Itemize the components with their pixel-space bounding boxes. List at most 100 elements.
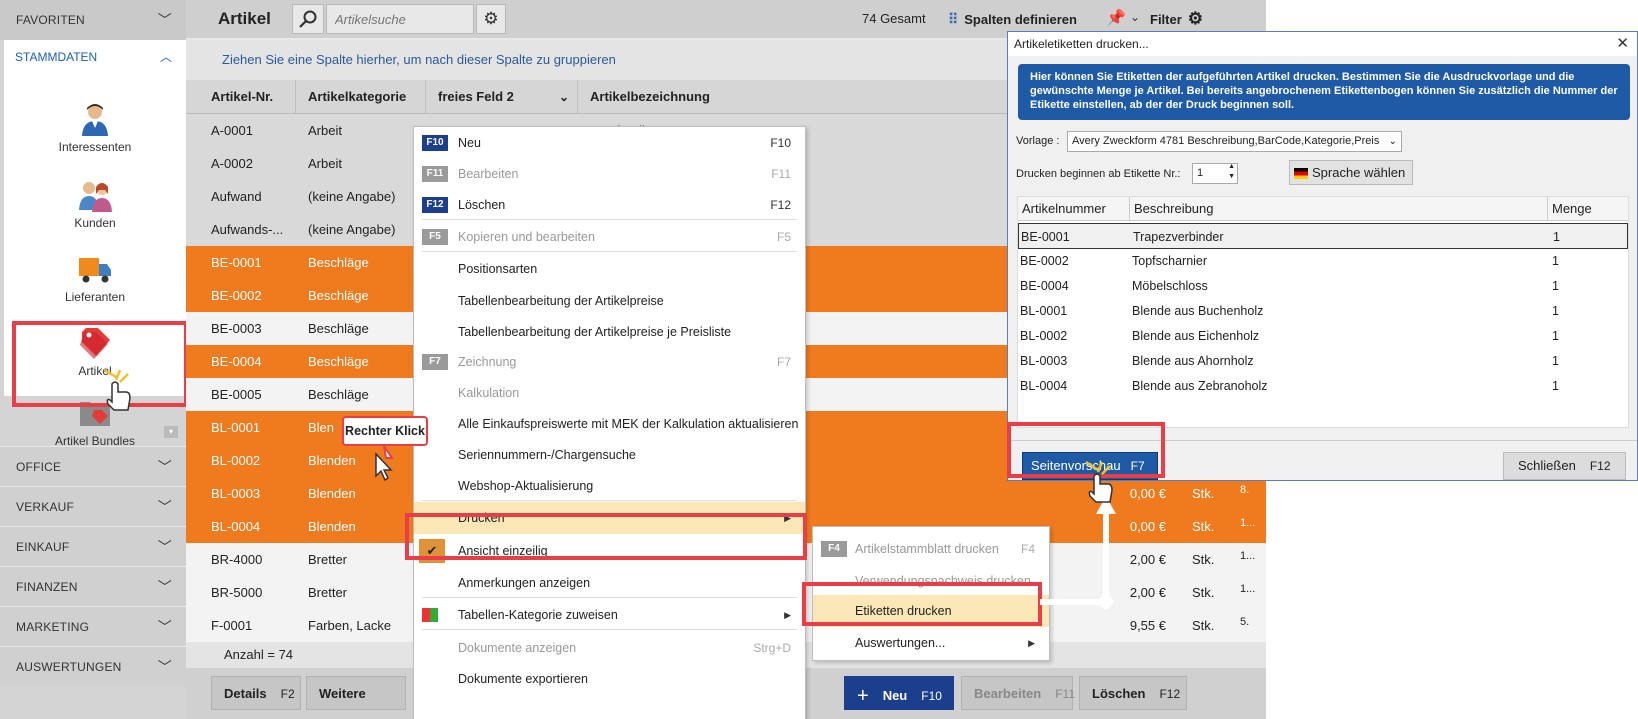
col-menge[interactable]: Menge bbox=[1548, 197, 1628, 221]
cell-nr: BE-0004 bbox=[211, 354, 262, 369]
people-icon bbox=[79, 182, 112, 212]
chevron-down-icon: ﹀ bbox=[157, 12, 172, 28]
fkey-badge: F12 bbox=[422, 197, 448, 213]
bearbeiten-button[interactable]: Bearbeiten F11 bbox=[961, 676, 1075, 710]
nav-kunden[interactable]: Kunden bbox=[4, 178, 186, 230]
dialog-row[interactable]: BE-0004 Möbelschloss 1 bbox=[1018, 273, 1628, 299]
pin-icon[interactable]: 📌 bbox=[1106, 8, 1126, 28]
menu-label: Dokumente anzeigen bbox=[458, 641, 577, 655]
col-artikelkategorie[interactable]: Artikelkategorie bbox=[296, 80, 426, 114]
menu-label: Positionsarten bbox=[458, 262, 538, 276]
vorlage-select[interactable]: Avery Zweckform 4781 Beschreibung,BarCod… bbox=[1067, 131, 1402, 152]
menu-item-tabellenbearbeitung-der-artikelpreise-je-preisliste[interactable]: Tabellenbearbeitung der Artikelpreise je… bbox=[414, 316, 805, 348]
close-icon[interactable]: ✕ bbox=[1616, 32, 1629, 56]
section-label: VERKAUF bbox=[16, 500, 75, 514]
cell-desc: Möbelschloss bbox=[1132, 279, 1208, 293]
btn-key: F12 bbox=[1589, 459, 1611, 473]
menu-item-bearbeiten[interactable]: F11 Bearbeiten F11 bbox=[414, 158, 805, 190]
menu-item-dokumente-exportieren[interactable]: Dokumente exportieren bbox=[414, 663, 805, 695]
close-button[interactable]: Schließen F12 bbox=[1503, 452, 1626, 480]
col-beschreibung[interactable]: Beschreibung bbox=[1130, 197, 1548, 221]
col-freies-feld-2[interactable]: freies Feld 2 ⌄ bbox=[426, 80, 578, 114]
menu-item-alle-einkaufspreiswerte-mit-mek-der-kalkulation-aktualisieren[interactable]: Alle Einkaufspreiswerte mit MEK der Kalk… bbox=[414, 408, 805, 440]
cell-kat: Blenden bbox=[308, 486, 356, 501]
cell-kat: Blenden bbox=[308, 519, 356, 534]
fkey-badge: F4 bbox=[821, 541, 847, 557]
gear-icon: ⚙ bbox=[483, 9, 499, 28]
cell-nr: BL-0004 bbox=[1020, 379, 1068, 393]
sidebar-section-einkauf[interactable]: EINKAUF ﹀ bbox=[0, 526, 186, 566]
more-functions-button[interactable]: Weitere Funk bbox=[306, 676, 406, 710]
select-value: Avery Zweckform 4781 Beschreibung,BarCod… bbox=[1072, 135, 1380, 147]
nav-lieferanten[interactable]: Lieferanten bbox=[4, 252, 186, 304]
menu-item-kalkulation[interactable]: Kalkulation bbox=[414, 377, 805, 409]
cell-nr: BL-0004 bbox=[211, 519, 261, 534]
dialog-row[interactable]: BE-0002 Topfscharnier 1 bbox=[1018, 248, 1628, 274]
col-artikelnummer[interactable]: Artikelnummer bbox=[1018, 197, 1130, 221]
cell-unit: Stk. bbox=[1192, 519, 1215, 534]
flag-icon bbox=[1294, 168, 1308, 180]
arrow-connector bbox=[1040, 496, 1116, 609]
btn-key: F11 bbox=[1055, 687, 1075, 701]
dialog-row[interactable]: BL-0001 Blende aus Buchenholz 1 bbox=[1018, 298, 1628, 324]
details-button[interactable]: Details F2 bbox=[211, 676, 301, 710]
menu-item-zeichnung[interactable]: F7 Zeichnung F7 bbox=[414, 346, 805, 378]
sidebar-section-marketing[interactable]: MARKETING ﹀ bbox=[0, 606, 186, 646]
btn-key: F2 bbox=[280, 687, 295, 701]
btn-label: Bearbeiten bbox=[974, 686, 1042, 701]
menu-shortcut: Strg+D bbox=[753, 641, 791, 655]
chevron-down-icon[interactable]: ⌄ bbox=[559, 80, 569, 114]
section-label: FAVORITEN bbox=[16, 13, 85, 27]
menu-item-anmerkungen-anzeigen[interactable]: Anmerkungen anzeigen bbox=[414, 567, 805, 599]
loeschen-button[interactable]: Löschen F12 bbox=[1079, 676, 1187, 710]
language-button[interactable]: Sprache wählen bbox=[1289, 160, 1413, 185]
menu-item-tabellenbearbeitung-der-artikelpreise[interactable]: Tabellenbearbeitung der Artikelpreise bbox=[414, 285, 805, 317]
cell-kat: Beschläge bbox=[308, 321, 369, 336]
dialog-row[interactable]: BL-0003 Blende aus Ahornholz 1 bbox=[1018, 348, 1628, 374]
menu-item-löschen[interactable]: F12 Löschen F12 bbox=[414, 189, 805, 221]
nav-interessenten[interactable]: Interessenten bbox=[4, 102, 186, 154]
dialog-row[interactable]: BL-0004 Blende aus Zebranoholz 1 bbox=[1018, 373, 1628, 399]
menu-label: Alle Einkaufspreiswerte mit MEK der Kalk… bbox=[458, 417, 799, 431]
dialog-row[interactable]: BE-0001 Trapezverbinder 1 bbox=[1018, 223, 1628, 249]
stepper-arrows-icon[interactable]: ▲ ▼ bbox=[1228, 162, 1235, 182]
chevron-down-icon: ⌄ bbox=[1388, 136, 1397, 147]
col-label: freies Feld 2 bbox=[438, 89, 514, 104]
cursor-icon bbox=[375, 446, 394, 482]
cell-extra: 1... bbox=[1240, 583, 1256, 595]
expand-icon[interactable]: ▾ bbox=[164, 426, 178, 438]
sidebar-section-finanzen[interactable]: FINANZEN ﹀ bbox=[0, 566, 186, 606]
dialog-row[interactable]: BL-0002 Blende aus Eichenholz 1 bbox=[1018, 323, 1628, 349]
btn-label: Details bbox=[224, 686, 267, 701]
sidebar-section-auswertungen[interactable]: AUSWERTUNGEN ﹀ bbox=[0, 646, 186, 686]
neu-button[interactable]: + Neu F10 bbox=[844, 676, 954, 710]
menu-label: Löschen bbox=[458, 198, 506, 212]
sidebar-section-verkauf[interactable]: VERKAUF ﹀ bbox=[0, 486, 186, 526]
cell-kat: Beschläge bbox=[308, 288, 369, 303]
chevron-down-icon[interactable]: ⌄ bbox=[1130, 10, 1140, 24]
cell-desc: Topfscharnier bbox=[1132, 254, 1208, 268]
menu-item-dokumente-anzeigen[interactable]: Dokumente anzeigen Strg+D bbox=[414, 632, 805, 664]
sidebar-section-office[interactable]: OFFICE ﹀ bbox=[0, 446, 186, 486]
submenu-item-0[interactable]: F4 Artikelstammblatt drucken F4 bbox=[813, 533, 1049, 565]
start-stepper[interactable]: 1 ▲ ▼ bbox=[1192, 163, 1238, 184]
chevron-down-icon: ﹀ bbox=[157, 619, 172, 635]
search-settings-button[interactable]: ⚙ bbox=[476, 4, 506, 34]
menu-item-positionsarten[interactable]: Positionsarten bbox=[414, 253, 805, 285]
submenu-item-3[interactable]: Auswertungen... ▶ bbox=[813, 627, 1049, 659]
cell-nr: A-0001 bbox=[211, 123, 253, 138]
sidebar-section-stammdaten[interactable]: STAMMDATEN ︿ bbox=[4, 40, 186, 74]
menu-label: Neu bbox=[458, 136, 481, 150]
menu-item-tabellen-kategorie-zuweisen[interactable]: Tabellen-Kategorie zuweisen ▶ bbox=[414, 599, 805, 631]
col-artikel-nr[interactable]: Artikel-Nr. bbox=[186, 80, 296, 114]
menu-item-kopieren-und-bearbeiten[interactable]: F5 Kopieren und bearbeiten F5 bbox=[414, 221, 805, 253]
btn-label: Neu bbox=[882, 688, 908, 703]
menu-item-webshop-aktualisierung[interactable]: Webshop-Aktualisierung bbox=[414, 470, 805, 502]
menu-shortcut: F7 bbox=[776, 355, 791, 369]
menu-shortcut: F4 bbox=[1020, 542, 1035, 556]
search-button[interactable] bbox=[292, 4, 324, 34]
menu-item-seriennummern-chargensuche[interactable]: Seriennummern-/Chargensuche bbox=[414, 439, 805, 471]
sidebar-section-favoriten[interactable]: FAVORITEN ﹀ bbox=[0, 0, 186, 40]
menu-item-neu[interactable]: F10 Neu F10 bbox=[414, 127, 805, 159]
search-input[interactable] bbox=[326, 4, 474, 34]
